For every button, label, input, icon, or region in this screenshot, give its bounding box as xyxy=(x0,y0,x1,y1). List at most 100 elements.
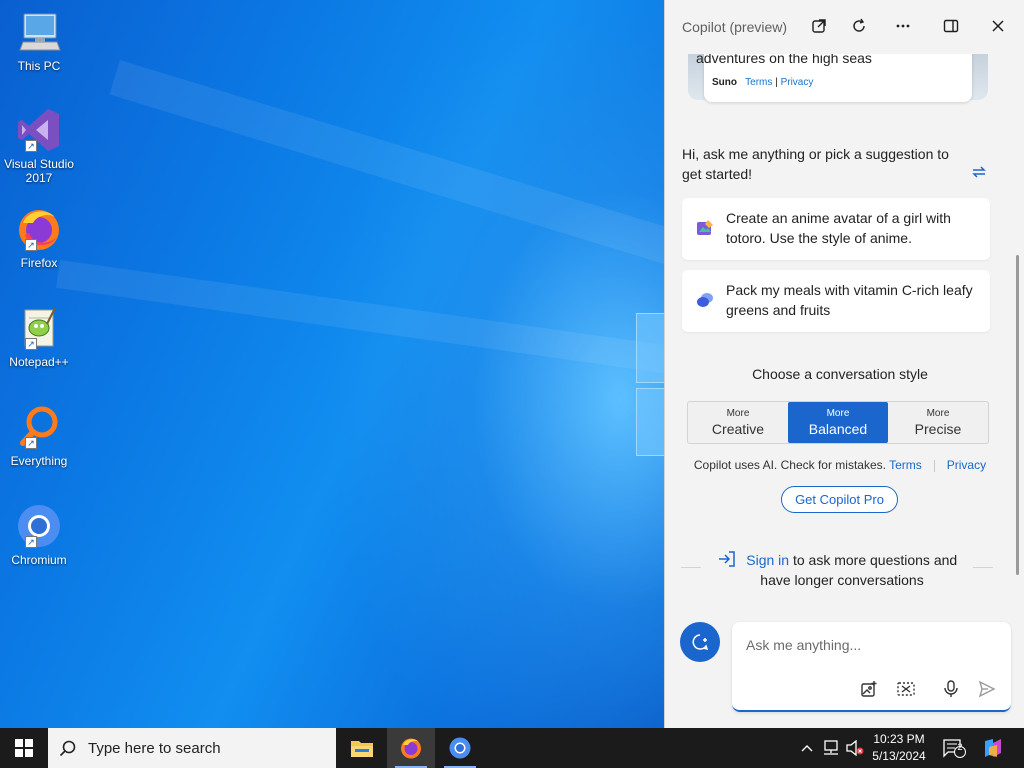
suggestion-card[interactable]: Create an anime avatar of a girl with to… xyxy=(682,198,990,260)
screenshot-button[interactable] xyxy=(895,678,917,700)
windows-logo-icon xyxy=(15,739,33,757)
open-in-new-button[interactable] xyxy=(807,14,831,38)
style-option-prefix: More xyxy=(926,408,950,419)
style-option-label: Creative xyxy=(711,421,765,437)
more-icon xyxy=(896,24,910,28)
taskbar-clock[interactable]: 10:23 PM 5/13/2024 xyxy=(862,731,936,765)
chromium-icon: ↗ xyxy=(15,502,63,550)
disclaimer-terms-link[interactable]: Terms xyxy=(889,458,922,472)
desktop-icon-chromium[interactable]: ↗ Chromium xyxy=(4,502,74,567)
search-icon xyxy=(48,728,88,768)
sign-in-text: to ask more questions and have longer co… xyxy=(760,552,958,588)
search-placeholder: Type here to search xyxy=(88,739,221,757)
style-option-balanced[interactable]: More Balanced xyxy=(788,402,888,443)
new-topic-icon xyxy=(692,634,709,651)
ai-disclaimer: Copilot uses AI. Check for mistakes. Ter… xyxy=(665,458,1015,472)
disclaimer-privacy-link[interactable]: Privacy xyxy=(947,458,986,472)
wallpaper-beam xyxy=(56,260,664,386)
conversation-style-label: Choose a conversation style xyxy=(752,366,928,382)
suno-card-meta: Suno Terms | Privacy xyxy=(712,77,813,88)
taskbar-file-explorer[interactable] xyxy=(338,728,386,768)
firefox-icon xyxy=(401,738,421,759)
shortcut-arrow-icon: ↗ xyxy=(25,536,37,548)
desktop-icon-label: Chromium xyxy=(11,553,67,567)
wallpaper-beam xyxy=(109,60,664,300)
desktop-icon-everything[interactable]: ↗ Everything xyxy=(4,403,74,468)
network-icon xyxy=(824,740,838,755)
notification-count: 2 xyxy=(957,742,963,752)
scrollbar-thumb[interactable] xyxy=(1016,255,1019,575)
taskbar-chromium[interactable] xyxy=(436,728,484,768)
send-button[interactable] xyxy=(976,678,998,700)
start-button[interactable] xyxy=(0,728,48,768)
style-option-creative[interactable]: More Creative xyxy=(688,402,788,443)
style-option-label: Precise xyxy=(914,421,962,437)
visual-studio-icon: ↗ xyxy=(15,106,63,154)
get-copilot-pro-button[interactable]: Get Copilot Pro xyxy=(781,486,898,513)
wallpaper-window-pane xyxy=(636,388,664,456)
shortcut-arrow-icon: ↗ xyxy=(25,140,37,152)
computer-icon xyxy=(15,8,63,56)
everything-search-icon: ↗ xyxy=(15,403,63,451)
send-icon xyxy=(978,680,996,698)
toggle-sidebar-button[interactable] xyxy=(939,14,963,38)
new-suggestions-button[interactable] xyxy=(970,163,990,183)
sidebar-icon xyxy=(943,19,959,33)
desktop-icon-label: Everything xyxy=(10,454,68,468)
desktop-icon-label: Firefox xyxy=(20,256,58,270)
network-button[interactable] xyxy=(820,728,842,768)
wallpaper-window-pane xyxy=(636,313,664,383)
copilot-panel: adventures on the high seas Suno Terms |… xyxy=(664,0,1024,728)
refresh-icon xyxy=(853,18,865,32)
new-topic-button[interactable] xyxy=(680,622,720,662)
suno-terms-link[interactable]: Terms xyxy=(745,77,772,88)
file-explorer-icon xyxy=(351,741,373,757)
taskbar: Type here to search 10:23 PM 5/13/2024 2 xyxy=(0,728,1024,768)
suno-separator: | xyxy=(775,77,778,88)
taskbar-search-box[interactable]: Type here to search xyxy=(48,728,336,768)
suno-provider: Suno xyxy=(712,77,737,88)
chat-input[interactable] xyxy=(746,634,986,656)
copilot-icon xyxy=(985,739,1001,757)
add-image-button[interactable] xyxy=(858,678,880,700)
desktop-icon-notepad-plus-plus[interactable]: ↗ Notepad++ xyxy=(4,304,74,369)
close-icon xyxy=(992,20,1004,32)
desktop-icon-label: Notepad++ xyxy=(9,355,69,369)
copilot-taskbar-button[interactable] xyxy=(976,728,1010,768)
notepad-plus-plus-icon: ↗ xyxy=(15,304,63,352)
refresh-button[interactable] xyxy=(847,14,871,38)
style-option-label: Balanced xyxy=(808,421,868,437)
sign-in-link[interactable]: Sign in xyxy=(746,552,789,568)
more-options-button[interactable] xyxy=(891,14,915,38)
close-button[interactable] xyxy=(986,14,1010,38)
add-image-icon xyxy=(861,681,877,697)
taskbar-firefox[interactable] xyxy=(387,728,435,768)
microphone-button[interactable] xyxy=(940,678,962,700)
chat-bubbles-icon xyxy=(696,291,714,309)
chevron-up-icon xyxy=(801,745,813,752)
screenshot-icon xyxy=(897,682,915,696)
disclaimer-text: Copilot uses AI. Check for mistakes. xyxy=(693,458,886,472)
firefox-icon: ↗ xyxy=(15,205,63,253)
microphone-icon xyxy=(944,680,958,697)
chromium-icon xyxy=(449,737,471,759)
style-option-prefix: More xyxy=(826,408,850,419)
show-hidden-icons-button[interactable] xyxy=(796,728,818,768)
shortcut-arrow-icon: ↗ xyxy=(25,239,37,251)
notification-center-button[interactable]: 2 xyxy=(938,728,970,768)
desktop: This PC ↗ Visual Studio 2017 ↗ Firefox ↗… xyxy=(0,0,664,728)
shortcut-arrow-icon: ↗ xyxy=(25,338,37,350)
desktop-icon-this-pc[interactable]: This PC xyxy=(4,8,74,73)
desktop-icon-firefox[interactable]: ↗ Firefox xyxy=(4,205,74,270)
copilot-header: Copilot (preview) xyxy=(665,0,1024,54)
suno-privacy-link[interactable]: Privacy xyxy=(781,77,814,88)
suggestion-card[interactable]: Pack my meals with vitamin C-rich leafy … xyxy=(682,270,990,332)
desktop-icon-visual-studio[interactable]: ↗ Visual Studio 2017 xyxy=(4,106,74,185)
open-in-new-icon xyxy=(812,19,826,33)
style-option-precise[interactable]: More Precise xyxy=(888,402,988,443)
swap-icon xyxy=(972,166,986,178)
conversation-style-selector: More Creative More Balanced More Precise xyxy=(687,401,989,444)
suggestion-text: Create an anime avatar of a girl with to… xyxy=(726,210,951,246)
style-option-prefix: More xyxy=(726,408,750,419)
shortcut-arrow-icon: ↗ xyxy=(25,437,37,449)
